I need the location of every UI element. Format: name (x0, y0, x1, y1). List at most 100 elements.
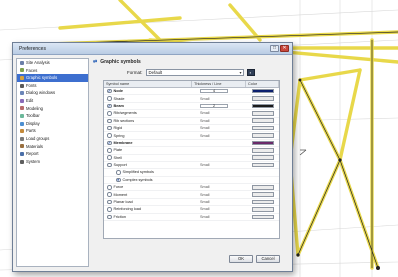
symbol-checkbox[interactable] (107, 192, 112, 197)
symbol-name: Complex symbols (122, 177, 153, 182)
table-row: Moment Small (104, 191, 279, 199)
symbol-cell: Rigid (104, 125, 192, 131)
color-cell (246, 155, 279, 160)
color-cell (246, 214, 279, 220)
symbol-checkbox[interactable] (107, 118, 112, 123)
color-swatch[interactable] (251, 162, 274, 168)
symbol-checkbox[interactable] (107, 133, 112, 138)
table-row: ✓ Membrane (104, 140, 279, 148)
symbol-checkbox[interactable] (107, 162, 112, 168)
close-button[interactable]: ✕ (280, 45, 289, 52)
color-cell (246, 140, 279, 146)
color-swatch[interactable] (251, 207, 274, 212)
color-cell (246, 88, 279, 94)
symbol-checkbox[interactable] (107, 199, 112, 205)
sidebar-item[interactable]: Load groups (17, 135, 88, 143)
thickness-value: Small (200, 126, 210, 131)
header-thickness[interactable]: Thickness / Line (192, 81, 246, 87)
thickness-value: Small (200, 214, 210, 219)
sidebar-item[interactable]: Parts (17, 127, 88, 135)
symbol-name: Support (113, 163, 127, 168)
symbol-checkbox[interactable] (107, 207, 112, 212)
save-format-button[interactable]: ▪ (246, 68, 255, 76)
symbol-name: Friction (113, 214, 126, 219)
thickness-value: Small (200, 192, 210, 197)
symbol-cell: Rib sections (104, 118, 192, 123)
color-swatch[interactable] (251, 148, 274, 153)
symbol-checkbox[interactable] (107, 96, 112, 101)
sidebar-item[interactable]: Toolbar (17, 112, 88, 120)
symbol-cell: Support (104, 162, 192, 168)
symbol-checkbox[interactable] (107, 185, 112, 190)
header-symbol-name[interactable]: Symbol name (104, 81, 192, 87)
symbol-radio[interactable] (116, 170, 121, 175)
symbol-checkbox[interactable] (107, 155, 112, 160)
color-swatch[interactable] (251, 133, 274, 138)
table-row: Force Small (104, 184, 279, 192)
sidebar-item[interactable]: Site Analysis (17, 59, 88, 67)
thickness-cell: Small (192, 185, 246, 189)
sidebar-item[interactable]: Faces (17, 67, 88, 75)
header-color[interactable]: Color (246, 81, 279, 87)
thickness-value[interactable]: 2 (200, 103, 228, 109)
maximize-button[interactable]: □ (270, 45, 279, 52)
dialog-title: Preferences (19, 46, 46, 52)
thickness-cell: 2 (192, 103, 246, 109)
sidebar-item[interactable]: Modeling (17, 105, 88, 113)
color-swatch[interactable] (251, 199, 274, 205)
color-swatch[interactable] (251, 125, 274, 131)
color-swatch[interactable] (251, 140, 274, 146)
symbol-checkbox[interactable] (107, 214, 112, 220)
sidebar-item-label: Toolbar (26, 113, 40, 119)
color-swatch[interactable] (251, 118, 274, 124)
symbol-cell: Simplified symbols (104, 170, 192, 175)
thickness-value: Small (200, 163, 210, 168)
color-swatch[interactable] (251, 103, 274, 109)
dialog-footer: OK Cancel (229, 255, 280, 263)
sidebar-item-label: Graphic symbols (26, 75, 58, 81)
ok-button[interactable]: OK (229, 255, 253, 263)
color-swatch[interactable] (251, 96, 274, 101)
table-row: Plate (104, 147, 279, 155)
color-swatch[interactable] (251, 192, 274, 197)
cancel-button[interactable]: Cancel (256, 255, 280, 263)
sidebar-item[interactable]: Dialog windows (17, 89, 88, 97)
chevron-down-icon: ▾ (239, 69, 242, 75)
symbol-checkbox[interactable]: ✓ (107, 103, 112, 109)
thickness-value[interactable]: 4 (200, 89, 228, 94)
fonts-icon (20, 83, 24, 88)
display-icon (20, 121, 24, 126)
symbol-cell: ✓ Membrane (104, 140, 192, 146)
sidebar-item-label: Modeling (26, 105, 43, 111)
sidebar-item[interactable]: System (17, 158, 88, 166)
symbol-checkbox[interactable] (107, 148, 112, 153)
format-row: Format: Default ▾ ▪ (93, 67, 290, 77)
table-body: ✓ Node 4 Shade Small ✓ Beam 2 Rib/segments Small R… (104, 88, 279, 222)
settings-panel: ⇄ Graphic symbols Format: Default ▾ ▪ Sy… (93, 58, 290, 267)
symbol-radio[interactable]: ● (116, 177, 121, 183)
symbol-cell: Plate (104, 148, 192, 153)
sidebar-item[interactable]: Fonts (17, 82, 88, 90)
sidebar-item-label: Faces (26, 67, 38, 73)
symbol-checkbox[interactable] (107, 111, 112, 116)
symbol-checkbox[interactable]: ✓ (107, 88, 112, 94)
sidebar-item[interactable]: Graphic symbols (17, 74, 88, 82)
color-swatch[interactable] (251, 184, 274, 190)
symbol-checkbox[interactable] (107, 125, 112, 131)
sidebar-item[interactable]: Report (17, 150, 88, 158)
format-dropdown[interactable]: Default ▾ (145, 68, 244, 76)
thickness-cell: Small (192, 207, 246, 211)
table-row: Reinforcing load Small (104, 206, 279, 214)
sidebar-item[interactable]: Display (17, 120, 88, 128)
sidebar-item[interactable]: Materials (17, 143, 88, 151)
color-swatch[interactable] (251, 214, 274, 220)
sidebar-item-label: Dialog windows (26, 90, 56, 96)
color-swatch[interactable] (251, 111, 274, 116)
panel-heading: ⇄ Graphic symbols (93, 58, 290, 67)
dialog-titlebar[interactable]: Preferences □ ✕ (13, 43, 292, 55)
modeling-icon (20, 106, 24, 111)
color-swatch[interactable] (251, 155, 274, 160)
sidebar-item[interactable]: Edit (17, 97, 88, 105)
symbol-checkbox[interactable]: ✓ (107, 140, 112, 146)
color-swatch[interactable] (251, 88, 274, 94)
